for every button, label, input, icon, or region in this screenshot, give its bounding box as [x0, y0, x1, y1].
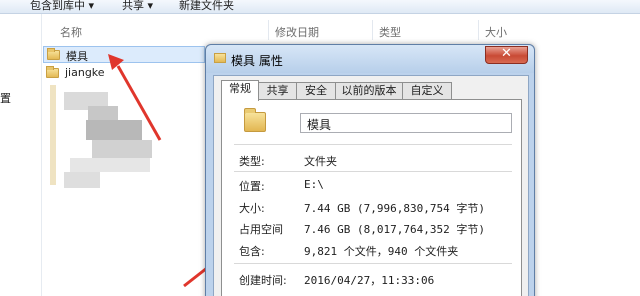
folder-name-field[interactable]: 模具	[300, 113, 512, 133]
location-value: E:\	[304, 178, 324, 191]
dialog-client-area: 常规 共享 安全 以前的版本 自定义 模具 类型: 文件夹 位置: E:\ 大小…	[213, 75, 529, 296]
type-label: 类型:	[239, 155, 265, 168]
folder-icon	[244, 108, 266, 132]
size-value: 7.44 GB (7,996,830,754 字节)	[304, 202, 485, 215]
tab-previous-versions[interactable]: 以前的版本	[335, 82, 403, 100]
folder-icon	[214, 53, 226, 63]
close-icon: ✕	[501, 46, 512, 61]
folder-name-value: 模具	[307, 118, 332, 132]
dialog-titlebar[interactable]: 模具 属性 ✕	[206, 45, 534, 73]
tab-general[interactable]: 常规	[221, 80, 259, 101]
size-label: 大小:	[239, 202, 265, 215]
size-on-disk-label: 占用空间	[239, 223, 283, 236]
size-on-disk-value: 7.46 GB (8,017,764,352 字节)	[304, 223, 485, 236]
tab-customize[interactable]: 自定义	[402, 82, 452, 100]
divider	[234, 263, 512, 264]
tab-sharing[interactable]: 共享	[258, 82, 297, 100]
location-label: 位置:	[239, 180, 265, 193]
arrow-to-folder	[116, 65, 162, 141]
dialog-title: 模具 属性	[231, 54, 283, 68]
contains-value: 9,821 个文件，940 个文件夹	[304, 245, 459, 258]
arrow-head	[108, 54, 124, 70]
general-tab-panel: 模具 类型: 文件夹 位置: E:\ 大小: 7.44 GB (7,996,83…	[221, 99, 522, 296]
contains-label: 包含:	[239, 245, 265, 258]
tab-security[interactable]: 安全	[296, 82, 336, 100]
type-value: 文件夹	[304, 155, 337, 168]
created-value: 2016/04/27，11:33:06	[304, 274, 435, 287]
created-label: 创建时间:	[239, 274, 287, 287]
divider	[234, 171, 512, 172]
properties-dialog: 模具 属性 ✕ 常规 共享 安全 以前的版本 自定义 模具 类型: 文件夹 位置…	[205, 44, 535, 296]
divider	[234, 144, 512, 145]
close-button[interactable]: ✕	[485, 46, 528, 64]
